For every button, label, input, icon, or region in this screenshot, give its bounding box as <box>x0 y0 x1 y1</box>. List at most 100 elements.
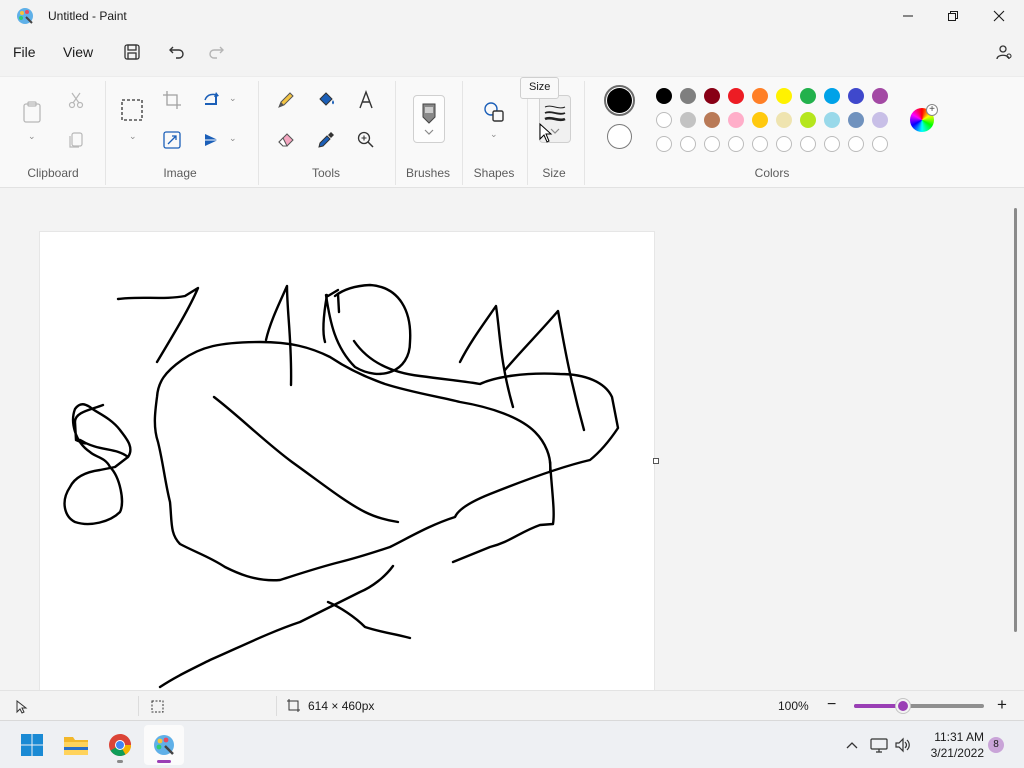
start-button[interactable] <box>12 725 52 765</box>
taskbar-file-explorer[interactable] <box>56 725 96 765</box>
text-button[interactable] <box>351 85 381 115</box>
minimize-button[interactable] <box>885 0 931 32</box>
group-separator <box>258 81 259 185</box>
settings-button[interactable] <box>992 40 1016 64</box>
zoom-slider[interactable] <box>854 699 984 713</box>
text-icon <box>359 90 373 109</box>
undo-button[interactable] <box>165 40 189 64</box>
shapes-button[interactable] <box>479 97 509 127</box>
zoom-in-button[interactable]: + <box>997 695 1007 715</box>
flip-dropdown-icon[interactable]: ⌄ <box>229 133 237 144</box>
color-swatch[interactable] <box>872 88 888 104</box>
copy-button[interactable] <box>61 125 91 155</box>
color-swatch[interactable] <box>824 112 840 128</box>
color-swatch[interactable] <box>752 88 768 104</box>
custom-color-slot[interactable] <box>848 136 864 152</box>
color-swatch[interactable] <box>704 112 720 128</box>
network-button[interactable] <box>869 735 889 755</box>
custom-color-slot[interactable] <box>824 136 840 152</box>
color-swatch[interactable] <box>776 88 792 104</box>
color-swatch[interactable] <box>776 112 792 128</box>
zoom-level[interactable]: 100% <box>778 699 809 713</box>
stroke <box>63 403 132 526</box>
group-label-tools: Tools <box>311 166 340 180</box>
custom-color-slot[interactable] <box>872 136 888 152</box>
paste-button[interactable] <box>17 95 47 129</box>
color-swatch[interactable] <box>680 112 696 128</box>
secondary-color-selector[interactable] <box>607 124 632 149</box>
color-swatch[interactable] <box>680 88 696 104</box>
primary-color-selector[interactable] <box>604 85 635 116</box>
paste-dropdown-icon[interactable]: ⌄ <box>28 131 36 142</box>
flip-button[interactable] <box>197 125 227 155</box>
magnifier-button[interactable] <box>351 125 381 155</box>
clock-time: 11:31 AM <box>934 730 984 744</box>
canvas-resize-handle[interactable] <box>653 458 659 464</box>
restore-button[interactable] <box>930 0 976 32</box>
ribbon-toolbar: ⌄ Clipboard ⌄ ⌄ ⌄ Image Tools Brushes ⌄ … <box>0 76 1024 188</box>
zoom-slider-thumb[interactable] <box>896 699 911 713</box>
color-swatch[interactable] <box>728 112 744 128</box>
custom-color-slot[interactable] <box>680 136 696 152</box>
custom-color-slot[interactable] <box>776 136 792 152</box>
undo-icon <box>169 46 184 59</box>
pencil-button[interactable] <box>271 85 301 115</box>
system-clock[interactable]: 11:31 AM 3/21/2022 <box>918 729 984 761</box>
menu-view[interactable]: View <box>63 42 93 62</box>
group-label-size: Size <box>542 166 566 180</box>
color-swatch[interactable] <box>848 112 864 128</box>
notification-badge[interactable]: 8 <box>988 737 1004 753</box>
select-button[interactable] <box>117 95 147 125</box>
taskbar-paint[interactable] <box>144 725 184 765</box>
rotate-button[interactable] <box>197 85 227 115</box>
fill-button[interactable] <box>311 85 341 115</box>
magnifier-icon <box>357 131 374 148</box>
primary-color-swatch <box>607 88 632 113</box>
color-swatch[interactable] <box>824 88 840 104</box>
stroke <box>153 339 620 582</box>
edit-colors-button[interactable]: + <box>910 104 938 132</box>
group-label-brushes: Brushes <box>405 166 451 180</box>
color-swatch[interactable] <box>752 112 768 128</box>
select-dropdown-icon[interactable]: ⌄ <box>129 131 137 142</box>
save-button[interactable] <box>120 40 144 64</box>
volume-button[interactable] <box>893 735 913 755</box>
cut-button[interactable] <box>61 85 91 115</box>
redo-icon <box>209 46 224 59</box>
eraser-button[interactable] <box>271 125 301 155</box>
vertical-scrollbar[interactable] <box>1014 208 1017 632</box>
color-picker-button[interactable] <box>311 125 341 155</box>
size-tooltip: Size <box>520 77 560 99</box>
custom-color-slot[interactable] <box>752 136 768 152</box>
crop-button[interactable] <box>157 85 187 115</box>
cut-icon <box>68 92 84 109</box>
color-swatch[interactable] <box>800 88 816 104</box>
color-swatch[interactable] <box>848 88 864 104</box>
custom-color-slot[interactable] <box>704 136 720 152</box>
custom-color-slot[interactable] <box>728 136 744 152</box>
menu-file[interactable]: File <box>13 42 36 62</box>
resize-button[interactable] <box>157 125 187 155</box>
brush-icon <box>422 103 436 135</box>
color-swatch[interactable] <box>800 112 816 128</box>
show-hidden-icons-button[interactable] <box>842 735 862 755</box>
account-settings-icon <box>996 45 1012 60</box>
fill-bucket-icon <box>319 92 334 106</box>
color-swatch[interactable] <box>728 88 744 104</box>
rotate-dropdown-icon[interactable]: ⌄ <box>229 93 237 104</box>
color-swatch[interactable] <box>872 112 888 128</box>
zoom-out-button[interactable]: − <box>827 696 836 714</box>
close-button[interactable] <box>976 0 1022 32</box>
color-swatch[interactable] <box>656 88 672 104</box>
color-swatch[interactable] <box>704 88 720 104</box>
drawing-canvas[interactable] <box>40 232 654 690</box>
color-swatch[interactable] <box>656 112 672 128</box>
taskbar-chrome[interactable] <box>100 725 140 765</box>
custom-color-slot[interactable] <box>656 136 672 152</box>
shapes-dropdown-icon[interactable]: ⌄ <box>490 129 498 140</box>
resize-image-icon <box>163 131 181 149</box>
redo-button[interactable] <box>204 40 228 64</box>
stroke <box>212 395 400 524</box>
custom-color-slot[interactable] <box>800 136 816 152</box>
brushes-button[interactable] <box>413 95 445 143</box>
